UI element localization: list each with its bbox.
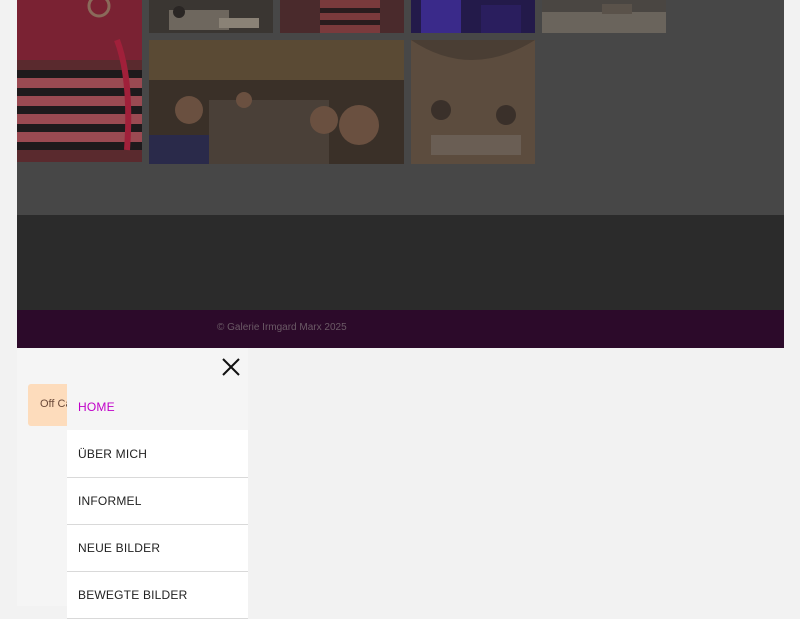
menu-item-label: ÜBER MICH <box>78 447 148 461</box>
menu-item-bewegte-bilder[interactable]: BEWEGTE BILDER <box>67 572 248 619</box>
main-menu: HOME ÜBER MICH INFORMEL NEUE BILDER BEWE… <box>67 384 248 619</box>
close-icon[interactable] <box>220 356 242 378</box>
menu-item-label: HOME <box>78 400 115 414</box>
menu-item-informel[interactable]: INFORMEL <box>67 478 248 525</box>
gallery-photo[interactable] <box>280 0 404 33</box>
footer-area <box>17 215 784 310</box>
footer-bar: © Galerie Irmgard Marx 2025 <box>17 310 784 348</box>
menu-item-neue-bilder[interactable]: NEUE BILDER <box>67 525 248 572</box>
gallery-photo[interactable] <box>411 40 535 164</box>
gallery-photo[interactable] <box>149 0 273 33</box>
gallery-photo[interactable] <box>411 0 535 33</box>
gallery-photo[interactable] <box>542 0 666 33</box>
menu-item-label: BEWEGTE BILDER <box>78 588 188 602</box>
copyright-text: © Galerie Irmgard Marx 2025 <box>217 322 347 333</box>
menu-item-ueber-mich[interactable]: ÜBER MICH <box>67 431 248 478</box>
page-background: © Galerie Irmgard Marx 2025 <box>17 0 784 348</box>
menu-item-home[interactable]: HOME <box>67 384 248 431</box>
gallery-photo[interactable] <box>149 40 404 164</box>
menu-item-label: NEUE BILDER <box>78 541 161 555</box>
gallery-photo[interactable] <box>17 0 142 162</box>
menu-item-label: INFORMEL <box>78 494 142 508</box>
offcanvas-menu: Off Canvas HOME ÜBER MICH INFORMEL NEUE … <box>17 348 248 619</box>
photo-gallery <box>17 0 784 215</box>
